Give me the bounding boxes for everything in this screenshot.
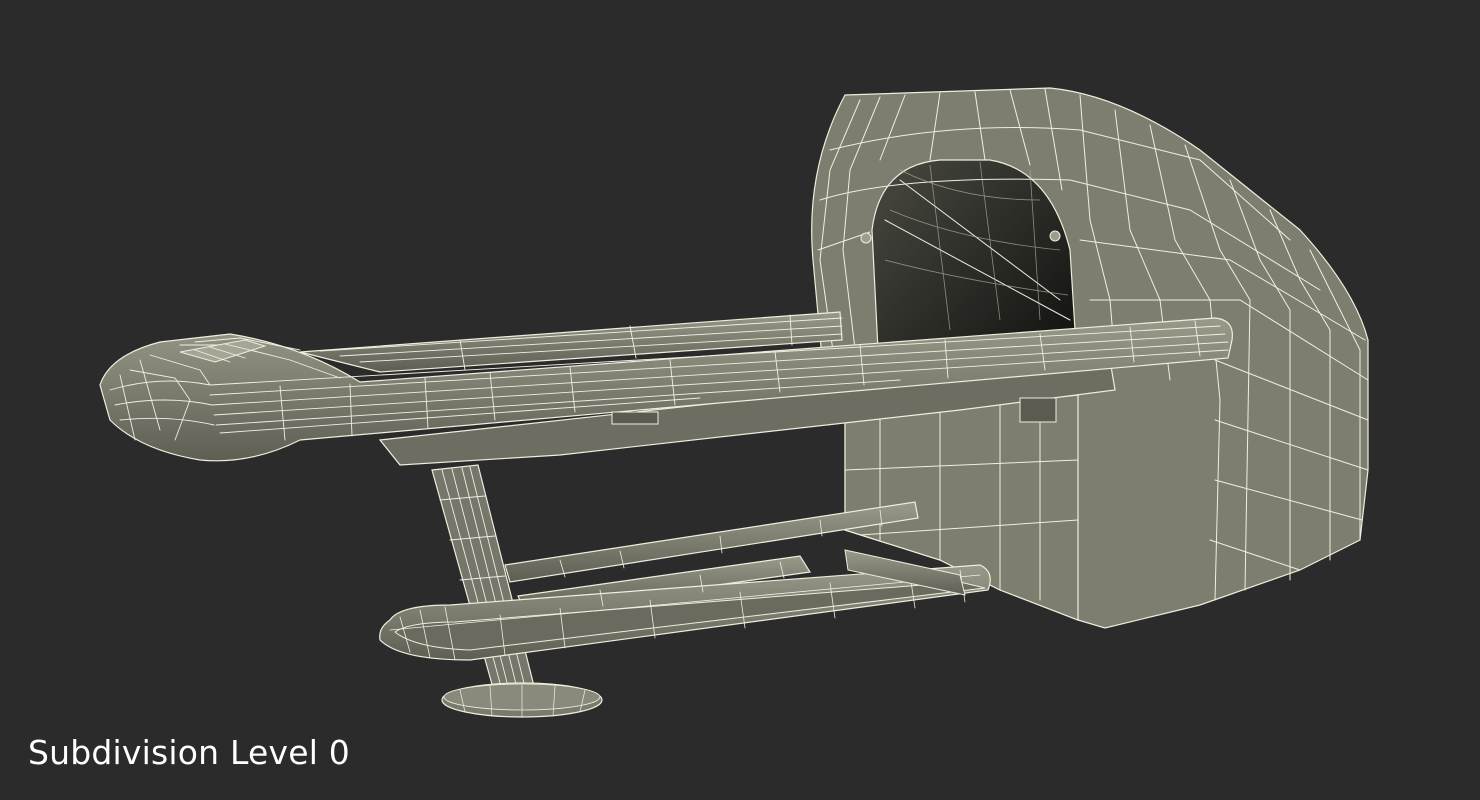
render-viewport: Subdivision Level 0 bbox=[0, 0, 1480, 800]
subdivision-level-caption: Subdivision Level 0 bbox=[28, 733, 350, 772]
scanner-wireframe-model bbox=[99, 87, 1369, 718]
